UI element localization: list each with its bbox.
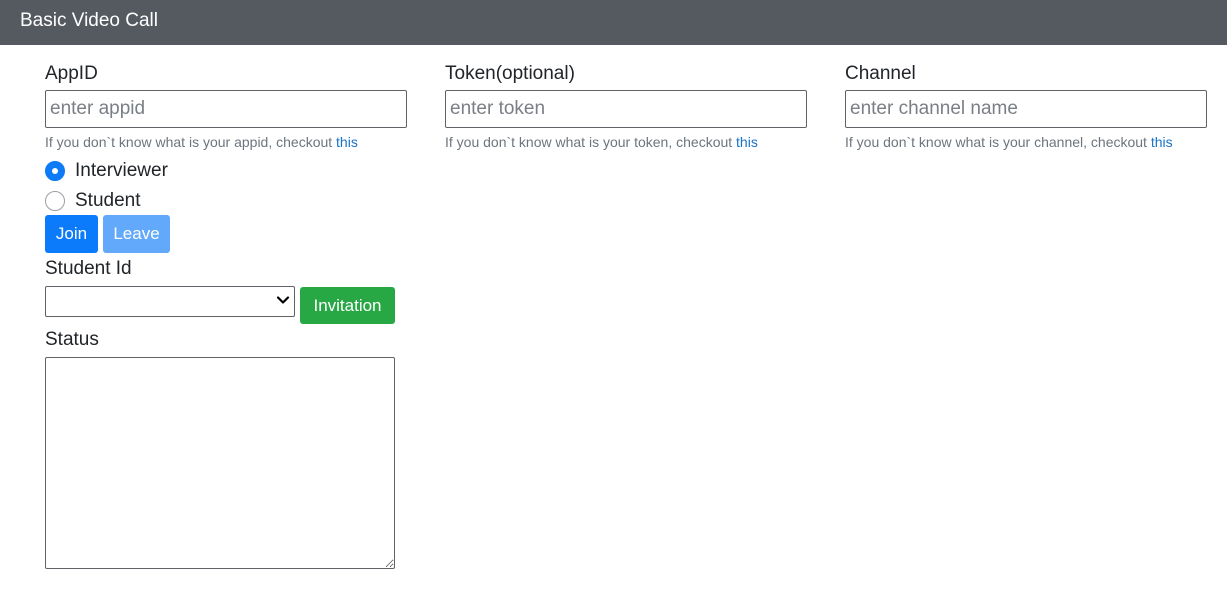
radio-student[interactable]: Student — [45, 189, 245, 213]
app-title: Basic Video Call — [20, 10, 159, 31]
channel-input[interactable] — [845, 90, 1207, 128]
appid-input[interactable] — [45, 90, 407, 128]
token-input[interactable] — [445, 90, 807, 128]
invitation-button[interactable]: Invitation — [300, 287, 395, 324]
token-help-link[interactable]: this — [736, 134, 758, 150]
leave-button[interactable]: Leave — [103, 215, 170, 253]
status-textarea[interactable] — [45, 357, 395, 569]
channel-label: Channel — [845, 63, 916, 84]
channel-help-prefix: If you don`t know what is your channel, … — [845, 134, 1151, 150]
appid-help-text: If you don`t know what is your appid, ch… — [45, 134, 358, 150]
chevron-down-icon — [276, 296, 290, 304]
radio-student-label: Student — [75, 190, 141, 211]
student-id-label: Student Id — [45, 258, 132, 279]
channel-help-text: If you don`t know what is your channel, … — [845, 134, 1173, 150]
status-label: Status — [45, 329, 99, 350]
channel-help-link[interactable]: this — [1151, 134, 1173, 150]
student-id-select[interactable] — [45, 286, 295, 317]
radio-student-control[interactable] — [45, 191, 65, 211]
navbar: Basic Video Call — [0, 0, 1227, 45]
radio-interviewer-control[interactable] — [45, 161, 65, 181]
appid-help-link[interactable]: this — [336, 134, 358, 150]
radio-interviewer-label: Interviewer — [75, 160, 168, 181]
token-label: Token(optional) — [445, 63, 575, 84]
token-help-prefix: If you don`t know what is your token, ch… — [445, 134, 737, 150]
appid-label: AppID — [45, 63, 98, 84]
token-help-text: If you don`t know what is your token, ch… — [445, 134, 758, 150]
radio-interviewer[interactable]: Interviewer — [45, 159, 245, 183]
appid-help-prefix: If you don`t know what is your appid, ch… — [45, 134, 337, 150]
join-button[interactable]: Join — [45, 215, 98, 253]
